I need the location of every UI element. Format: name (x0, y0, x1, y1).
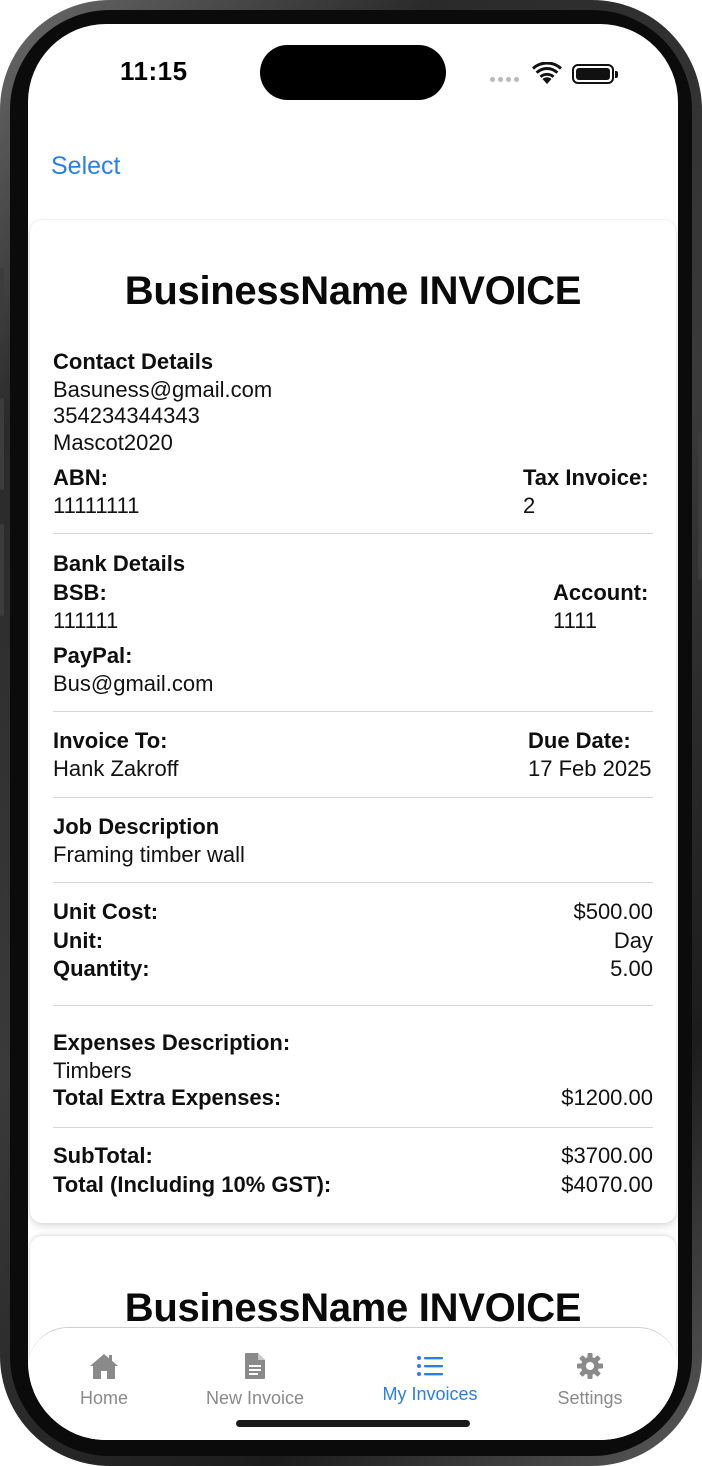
divider (53, 711, 653, 712)
contact-details-heading: Contact Details (53, 349, 214, 374)
tab-new-invoice[interactable]: New Invoice (185, 1352, 325, 1409)
contact-address: Mascot2020 (53, 430, 173, 455)
total-value: $4070.00 (561, 1172, 653, 1197)
volume-down-button (0, 524, 4, 616)
due-date-value: 17 Feb 2025 (528, 756, 652, 781)
list-icon (417, 1356, 443, 1376)
due-date-label: Due Date: (528, 728, 631, 753)
volume-up-button (0, 398, 4, 490)
screen: 11:15 Select BusinessName INVOICE Contac… (28, 24, 678, 1440)
cellular-signal-icon (490, 77, 519, 82)
abn-value: 11111111 (53, 493, 140, 518)
unit-label: Unit: (53, 928, 104, 953)
status-time: 11:15 (120, 56, 188, 86)
action-button (0, 268, 4, 314)
tab-home[interactable]: Home (34, 1352, 174, 1409)
invoice-to-label: Invoice To: (53, 728, 168, 753)
home-indicator[interactable] (236, 1420, 470, 1427)
invoice-to-value: Hank Zakroff (53, 756, 179, 781)
divider (53, 533, 653, 534)
divider (53, 1005, 653, 1006)
tab-home-label: Home (79, 1388, 128, 1408)
total-label: Total (Including 10% GST): (53, 1172, 332, 1197)
subtotal-label: SubTotal: (53, 1143, 153, 1168)
invoice-title: BusinessName INVOICE (124, 1286, 582, 1330)
divider (53, 1127, 653, 1128)
expenses-description-value: Timbers (53, 1058, 132, 1083)
battery-icon (572, 64, 618, 84)
tab-settings[interactable]: Settings (520, 1352, 660, 1409)
bsb-label: BSB: (53, 580, 107, 605)
tab-new-invoice-label: New Invoice (205, 1388, 305, 1408)
dynamic-island (260, 45, 446, 100)
wifi-icon (532, 62, 562, 84)
power-button (698, 432, 702, 580)
tab-my-invoices-label: My Invoices (382, 1384, 478, 1404)
divider (53, 797, 653, 798)
contact-phone: 354234344343 (53, 403, 200, 428)
paypal-value: Bus@gmail.com (53, 671, 214, 696)
house-icon (90, 1354, 118, 1379)
quantity-label: Quantity: (53, 956, 150, 981)
subtotal-value: $3700.00 (561, 1143, 653, 1168)
unit-cost-label: Unit Cost: (53, 899, 159, 924)
extra-expenses-value: $1200.00 (561, 1085, 653, 1110)
bsb-value: 111111 (53, 608, 119, 633)
extra-expenses-label: Total Extra Expenses: (53, 1085, 282, 1110)
tax-invoice-value: 2 (523, 493, 536, 518)
job-description-value: Framing timber wall (53, 842, 245, 867)
job-description-heading: Job Description (53, 814, 220, 839)
paypal-label: PayPal: (53, 643, 133, 668)
unit-cost-value: $500.00 (573, 899, 653, 924)
account-value: 1111 (553, 608, 598, 633)
bank-details-heading: Bank Details (53, 551, 186, 576)
tab-settings-label: Settings (557, 1388, 623, 1408)
document-icon (245, 1353, 265, 1379)
abn-label: ABN: (53, 465, 108, 490)
select-button[interactable]: Select (51, 152, 120, 181)
account-label: Account: (553, 580, 649, 605)
unit-value: Day (613, 928, 653, 953)
invoice-card[interactable]: BusinessName INVOICE Contact Details Bas… (30, 220, 676, 1223)
tax-invoice-label: Tax Invoice: (523, 465, 649, 490)
expenses-description-label: Expenses Description: (53, 1030, 291, 1055)
gear-icon (577, 1353, 603, 1379)
contact-email: Basuness@gmail.com (53, 377, 273, 402)
tab-my-invoices[interactable]: My Invoices (360, 1352, 500, 1405)
divider (53, 882, 653, 883)
quantity-value: 5.00 (610, 956, 653, 981)
invoice-title: BusinessName INVOICE (124, 269, 582, 313)
